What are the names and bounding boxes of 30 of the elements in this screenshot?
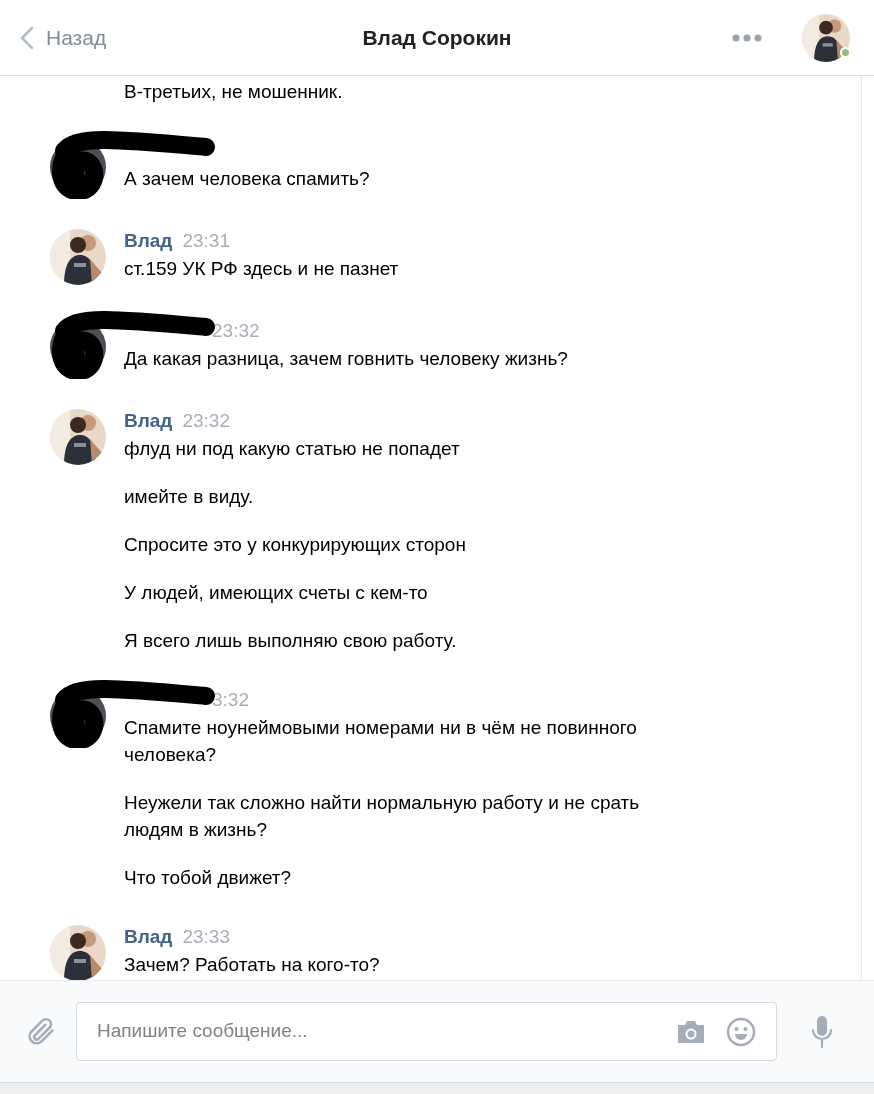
message-time: 23:32 [212, 318, 260, 343]
sender-name[interactable]: Влад [124, 922, 173, 952]
message-text: Да какая разница, зачем говнить человеку жизнь? [124, 347, 568, 371]
smiley-icon[interactable] [726, 1016, 756, 1047]
message-time: 23:32 [182, 408, 230, 433]
chat-title: Влад Сорокин [362, 24, 512, 51]
more-icon[interactable] [732, 33, 762, 42]
camera-icon[interactable] [676, 1018, 706, 1045]
message-time: 23:31 [182, 228, 230, 253]
message-field[interactable]: Напишите сообщение... [76, 1002, 777, 1061]
message-text: А зачем человека спамить? [124, 167, 370, 191]
back-button[interactable]: Назад [16, 21, 107, 54]
message-time: 23:33 [182, 924, 230, 949]
sender-name[interactable]: Влад [124, 406, 173, 436]
message-text: Спамите ноунеймовыми номерами ни в чём не повинного человека? [124, 716, 638, 767]
sender-name[interactable]: Влад [124, 226, 173, 256]
message-text: ст.159 УК РФ здесь и не пазнет [124, 257, 399, 281]
message-text: Зачем? Работать на кого-то? [124, 953, 380, 977]
message-time: 3:32 [212, 687, 249, 712]
message-text: Я всего лишь выполняю свою работу. [124, 629, 458, 653]
message-text: флуд ни под какую статью не попадет [124, 437, 461, 461]
message-text: В-третьих, не мошенник. [124, 80, 343, 104]
message-text: У людей, имеющих счеты с кем-то [124, 581, 429, 605]
message-text: Неужели так сложно найти нормальную работу и не срать людям в жизнь? [124, 791, 641, 842]
message-input[interactable]: Напишите сообщение... [97, 1017, 676, 1046]
message-text: имейте в виду. [124, 485, 255, 509]
message-text: Спросите это у конкурирующих сторон [124, 533, 466, 557]
back-icon [20, 25, 34, 50]
microphone-icon[interactable] [810, 1014, 834, 1049]
message-text: Что тобой движет? [124, 866, 293, 890]
